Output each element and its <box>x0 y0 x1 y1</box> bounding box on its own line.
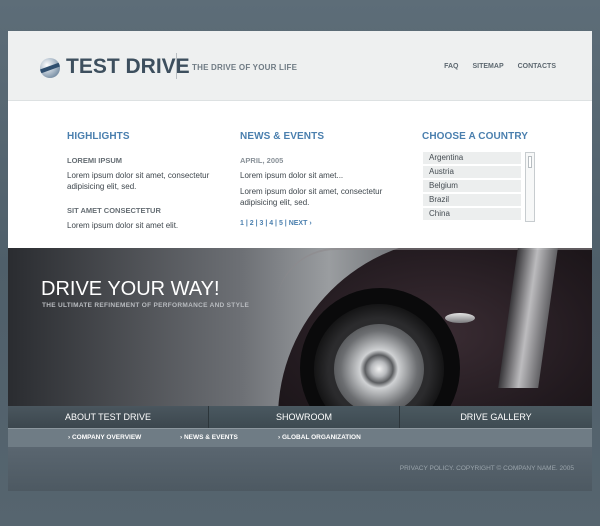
copyright-text[interactable]: PRIVACY POLICY. COPYRIGHT © COMPANY NAME… <box>400 465 574 472</box>
news-pager-links[interactable]: 1 | 2 | 3 | 4 | 5 | NEXT › <box>240 220 312 227</box>
page-frame: TEST DRIVE THE DRIVE OF YOUR LIFE FAQ SI… <box>8 31 592 491</box>
subnav-news-events[interactable]: › NEWS & EVENTS <box>180 434 238 441</box>
nav-showroom[interactable]: SHOWROOM <box>208 406 399 428</box>
highlights-section: HIGHLIGHTS LOREMI IPSUM Lorem ipsum dolo… <box>67 131 217 231</box>
nav-gallery[interactable]: DRIVE GALLERY <box>399 406 592 428</box>
highlight-heading[interactable]: SIT AMET CONSECTETUR <box>67 206 217 215</box>
country-option[interactable]: Austria <box>423 166 521 178</box>
news-date: APRIL, 2005 <box>240 156 284 165</box>
country-scrollbar[interactable] <box>525 152 535 222</box>
hero-banner: DRIVE YOUR WAY! THE ULTIMATE REFINEMENT … <box>8 248 592 406</box>
news-pager: 1 | 2 | 3 | 4 | 5 | NEXT › <box>240 220 390 227</box>
subnav-company-overview[interactable]: › COMPANY OVERVIEW <box>68 434 141 441</box>
banner-title: DRIVE YOUR WAY! <box>41 278 220 300</box>
top-nav: FAQ SITEMAP CONTACTS <box>444 63 556 70</box>
country-title: CHOOSE A COUNTRY <box>422 131 529 142</box>
logo-divider <box>176 53 177 79</box>
news-text: Lorem ipsum dolor sit amet, consectetur … <box>240 187 383 207</box>
country-listbox[interactable]: Argentina Austria Belgium Brazil China <box>423 152 535 222</box>
news-title: NEWS & EVENTS <box>240 131 325 142</box>
country-option[interactable]: Argentina <box>423 152 521 164</box>
scroll-thumb[interactable] <box>528 156 532 168</box>
car-rim <box>334 324 424 406</box>
highlight-text: Lorem ipsum dolor sit amet, consectetur … <box>67 171 210 191</box>
nav-sitemap[interactable]: SITEMAP <box>473 63 504 70</box>
subnav-global-organization[interactable]: › GLOBAL ORGANIZATION <box>278 434 361 441</box>
country-section: CHOOSE A COUNTRY Argentina Austria Belgi… <box>422 131 552 222</box>
nav-contacts[interactable]: CONTACTS <box>518 63 556 70</box>
footer: PRIVACY POLICY. COPYRIGHT © COMPANY NAME… <box>8 447 592 491</box>
car-door-handle <box>445 313 475 323</box>
header: TEST DRIVE THE DRIVE OF YOUR LIFE FAQ SI… <box>8 31 592 101</box>
highlight-heading[interactable]: LOREMI IPSUM <box>67 156 217 165</box>
country-option[interactable]: Brazil <box>423 194 521 206</box>
country-option[interactable]: Belgium <box>423 180 521 192</box>
logo-globe-icon[interactable] <box>40 58 60 78</box>
highlights-title: HIGHLIGHTS <box>67 131 130 142</box>
banner-subtitle: THE ULTIMATE REFINEMENT OF PERFORMANCE A… <box>42 302 250 309</box>
tagline: THE DRIVE OF YOUR LIFE <box>192 63 298 72</box>
nav-faq[interactable]: FAQ <box>444 63 458 70</box>
sub-nav: › COMPANY OVERVIEW › NEWS & EVENTS › GLO… <box>8 428 592 447</box>
country-option[interactable]: China <box>423 208 521 220</box>
main-nav: ABOUT TEST DRIVE SHOWROOM DRIVE GALLERY <box>8 406 592 428</box>
news-text: Lorem ipsum dolor sit amet... <box>240 171 344 180</box>
nav-about[interactable]: ABOUT TEST DRIVE <box>8 406 208 428</box>
news-section: NEWS & EVENTS APRIL, 2005 Lorem ipsum do… <box>240 131 390 227</box>
highlight-text: Lorem ipsum dolor sit amet elit. <box>67 221 179 230</box>
logo-text[interactable]: TEST DRIVE <box>66 55 190 79</box>
